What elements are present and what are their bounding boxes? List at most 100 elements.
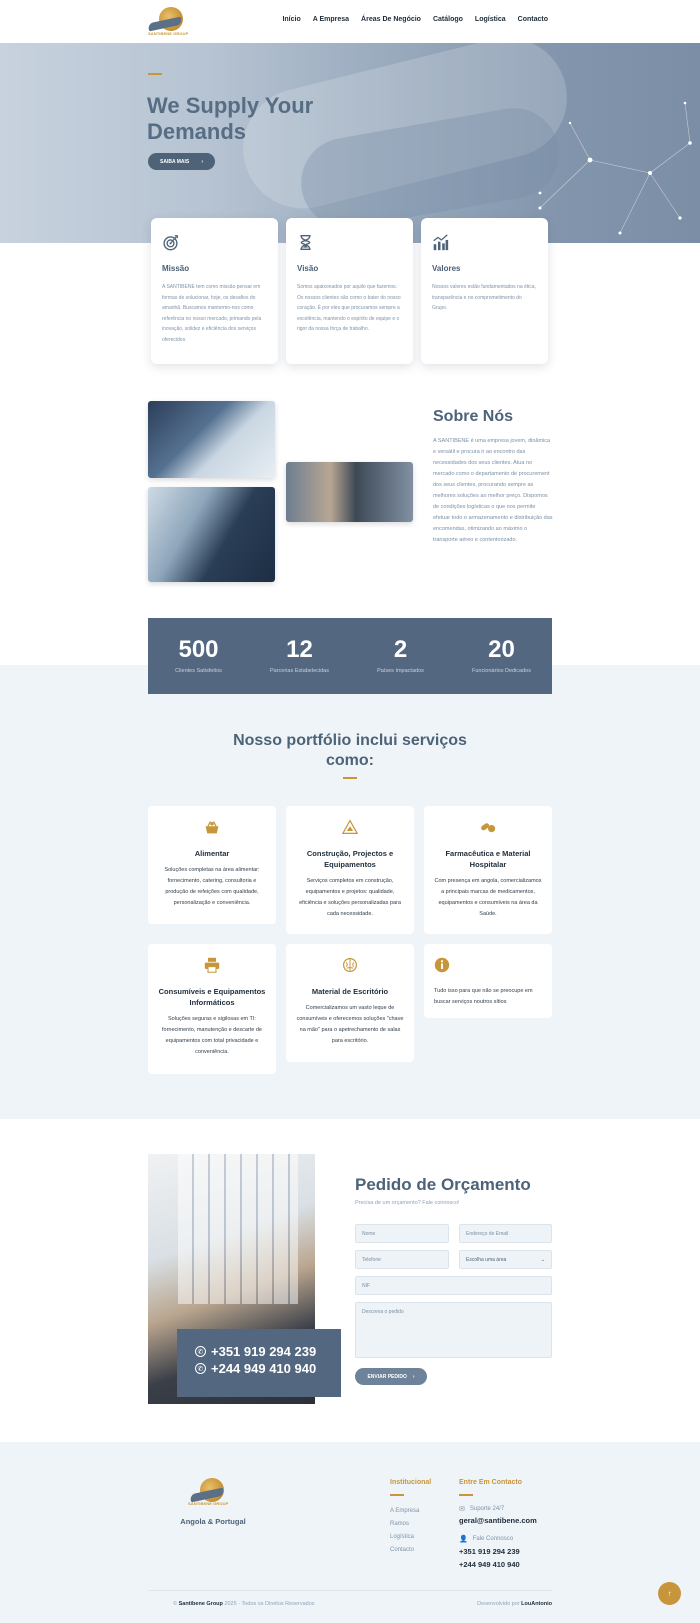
printer-icon — [204, 957, 220, 973]
service-card-food[interactable]: Alimentar Soluções completas na área ali… — [148, 806, 276, 924]
pills-icon — [481, 823, 496, 833]
learn-more-button[interactable]: SAIBA MAIS › — [148, 153, 215, 170]
handshake-photo — [148, 401, 275, 478]
brain-icon — [343, 958, 357, 972]
about-title: Sobre Nós — [433, 408, 514, 425]
nif-field[interactable]: NIF — [355, 1276, 552, 1295]
hourglass-icon — [300, 235, 311, 250]
developer-credit: Desenvolvido por LouAntonio — [477, 1601, 552, 1607]
phone-icon: ✆ — [195, 1363, 206, 1374]
footer-logo[interactable]: SANTIBENE GROUP — [188, 1478, 236, 1512]
service-title: Construção, Projectos e Equipamentos — [306, 849, 394, 869]
network-graphic — [538, 101, 692, 235]
food-basket-icon — [205, 821, 219, 834]
footer-link-logistica[interactable]: Logística — [390, 1534, 414, 1540]
developer-link[interactable]: LouAntonio — [521, 1601, 552, 1607]
service-card-it[interactable]: Consumíveis e Equipamentos Informáticos … — [148, 944, 276, 1074]
vision-text: Somos apaixonados por aquilo que fazemos… — [297, 284, 401, 333]
service-text: Com presença em angola, comercializamos … — [434, 878, 542, 917]
service-title: Material de Escritório — [311, 987, 389, 996]
support-label: ✉ Suporte 24/7 — [459, 1506, 505, 1513]
team-photo — [286, 462, 413, 522]
mail-icon: ✉ — [459, 1506, 465, 1513]
message-textarea[interactable]: Descreva o pedido — [355, 1302, 552, 1358]
target-icon — [163, 235, 178, 251]
nav-link-areas[interactable]: Áreas De Negócio — [361, 16, 421, 23]
service-text: Serviços completos em construção, equipa… — [299, 878, 401, 917]
phone-box: ✆ +351 919 294 239 ✆ +244 949 410 940 — [177, 1329, 341, 1397]
talk-label: 👤 Fale Connosco — [459, 1536, 514, 1543]
chevron-right-icon: › — [412, 1373, 415, 1380]
vision-card: Visão Somos apaixonados por aquilo que f… — [286, 218, 413, 364]
stat-partnerships: 12 Parcerias Estabelecidas — [269, 636, 329, 674]
stat-countries: 2 Países Impactados — [377, 636, 424, 674]
copyright: © Santibene Group 2025 · Todos os Direit… — [173, 1601, 315, 1607]
footer-phone-2[interactable]: +244 949 410 940 — [459, 1560, 520, 1569]
chevron-down-icon: ⌄ — [540, 1257, 545, 1263]
institutional-heading: Institucional — [390, 1479, 432, 1486]
service-text: Comercializamos um vasto leque de consum… — [296, 1005, 404, 1044]
service-title: Farmacêutica e Material Hospitalar — [445, 849, 531, 869]
footer-logo-text: SANTIBENE GROUP — [188, 1501, 229, 1506]
footer-tagline: Angola & Portugal — [180, 1517, 246, 1526]
phone-line-1[interactable]: ✆ +351 919 294 239 — [195, 1344, 341, 1359]
service-text: Soluções seguras e sigilosas em TI: forn… — [162, 1016, 262, 1055]
main-menu: Início A Empresa Áreas De Negócio Catálo… — [270, 16, 548, 23]
area-select-value: Escolha uma área — [466, 1257, 507, 1263]
nav-link-contacto[interactable]: Contacto — [518, 16, 548, 23]
footer-link-empresa[interactable]: A Empresa — [390, 1508, 419, 1514]
vision-title: Visão — [297, 264, 319, 273]
email-field[interactable]: Endereço de Email — [459, 1224, 552, 1243]
service-text: Soluções completas na área alimentar: fo… — [164, 867, 260, 906]
business-meeting-photo — [148, 487, 275, 582]
mission-card: Missão A SANTIBENE tem como missão pensa… — [151, 218, 278, 364]
stat-clients: 500 Clientes Satisfeitos — [175, 636, 222, 674]
top-navbar: SANTIBENE GROUP Início A Empresa Áreas D… — [0, 0, 700, 43]
learn-more-label: SAIBA MAIS — [160, 158, 190, 165]
values-text: Nossos valores estão fundamentados na ét… — [432, 284, 536, 312]
area-select[interactable]: Escolha uma área ⌄ — [459, 1250, 552, 1269]
service-card-pharma[interactable]: Farmacêutica e Material Hospitalar Com p… — [424, 806, 552, 934]
chevron-right-icon: › — [201, 158, 203, 165]
about-text: A SANTIBENE é uma empresa jovem, dinâmic… — [433, 438, 553, 543]
service-text: Tudo isso para que não se preocupe em bu… — [434, 988, 533, 1005]
hero-title: We Supply Your Demands — [147, 93, 314, 144]
phone-line-2[interactable]: ✆ +244 949 410 940 — [195, 1361, 341, 1376]
send-request-label: ENVIAR PEDIDO — [367, 1373, 407, 1380]
service-card-info[interactable]: Tudo isso para que não se preocupe em bu… — [424, 944, 552, 1018]
portfolio-title: Nosso portfólio inclui serviços como: — [233, 732, 467, 769]
brand-logo[interactable]: SANTIBENE GROUP — [147, 6, 194, 38]
footer-link-ramos[interactable]: Ramos — [390, 1521, 409, 1527]
stat-employees: 20 Funcionários Dedicados — [471, 636, 531, 674]
info-icon — [434, 957, 450, 973]
phone-icon: ✆ — [195, 1346, 206, 1357]
footer — [0, 1442, 700, 1623]
footer-link-contacto[interactable]: Contacto — [390, 1547, 414, 1553]
user-icon: 👤 — [459, 1536, 468, 1543]
values-card: Valores Nossos valores estão fundamentad… — [421, 218, 548, 364]
mission-title: Missão — [162, 264, 190, 273]
values-title: Valores — [432, 264, 461, 273]
nav-link-inicio[interactable]: Início — [282, 16, 300, 23]
service-title: Alimentar — [194, 849, 230, 858]
stats-banner: 500 Clientes Satisfeitos 12 Parcerias Es… — [148, 618, 552, 694]
construction-icon — [341, 819, 359, 834]
name-field[interactable]: Nome — [355, 1224, 449, 1243]
service-title: Consumíveis e Equipamentos Informáticos — [158, 987, 266, 1007]
contact-heading: Entre Em Contacto — [459, 1479, 523, 1486]
hero-banner: We Supply Your Demands SAIBA MAIS › — [0, 43, 700, 243]
nav-link-logistica[interactable]: Logística — [475, 16, 506, 23]
back-to-top-button[interactable]: ↑ — [658, 1582, 681, 1605]
hero-accent-line — [148, 73, 162, 75]
nav-link-empresa[interactable]: A Empresa — [313, 16, 349, 23]
service-card-office[interactable]: Material de Escritório Comercializamos u… — [286, 944, 414, 1062]
phone-field[interactable]: Telefone — [355, 1250, 449, 1269]
send-request-button[interactable]: ENVIAR PEDIDO › — [355, 1368, 427, 1385]
service-card-construction[interactable]: Construção, Projectos e Equipamentos Ser… — [286, 806, 414, 934]
footer-phone-1[interactable]: +351 919 294 239 — [459, 1547, 520, 1556]
quote-title: Pedido de Orçamento — [355, 1175, 531, 1194]
quote-subtitle: Precisa de um orçamento? Fale connosco! — [355, 1200, 460, 1206]
chart-icon — [433, 234, 449, 251]
footer-email[interactable]: geral@santibene.com — [459, 1516, 537, 1525]
nav-link-catalogo[interactable]: Catálogo — [433, 16, 463, 23]
